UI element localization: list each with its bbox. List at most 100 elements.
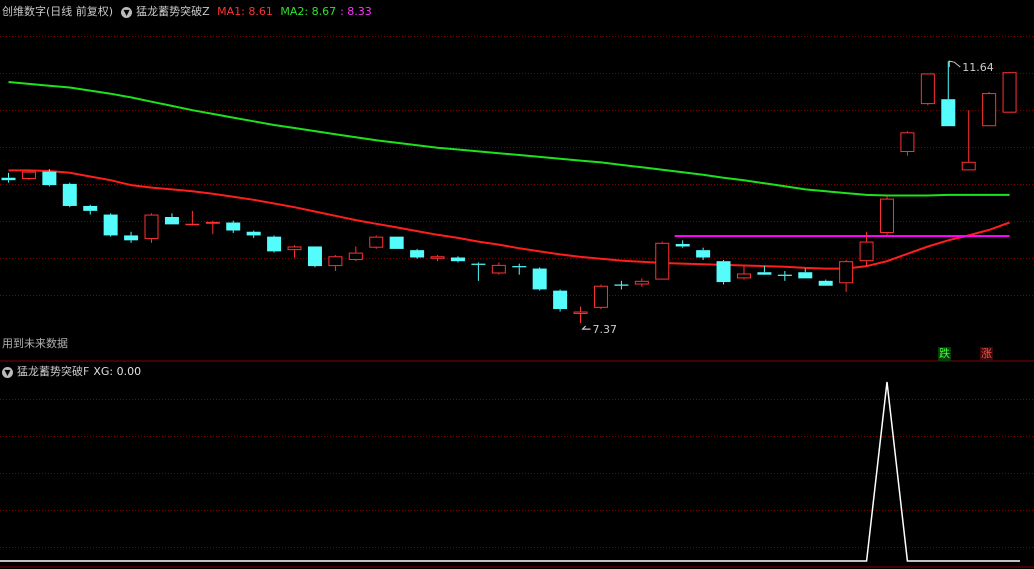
bottom-pane-header: ▼ 猛龙蓄势突破F XG: 0.00 bbox=[2, 364, 145, 380]
candle-body bbox=[205, 221, 220, 224]
candle-up bbox=[634, 278, 649, 287]
indicator-name[interactable]: 猛龙蓄势突破Z bbox=[136, 5, 210, 18]
candle-up bbox=[982, 91, 997, 127]
candle-body bbox=[573, 311, 588, 314]
candle-down bbox=[777, 271, 792, 281]
candle-body bbox=[614, 284, 629, 286]
chevron-down-icon[interactable]: ▼ bbox=[121, 6, 133, 18]
xg-series bbox=[0, 381, 1020, 562]
candle-up bbox=[491, 262, 506, 275]
candle-body bbox=[1002, 72, 1017, 113]
candle-body bbox=[879, 198, 894, 233]
candle-body bbox=[593, 285, 608, 308]
candle-down bbox=[83, 204, 98, 215]
max-price-label: 11.64 bbox=[962, 61, 994, 74]
period-label: (日线 前复权) bbox=[46, 5, 114, 18]
candle-up bbox=[287, 245, 302, 258]
candle-body bbox=[389, 236, 404, 249]
candle-up bbox=[920, 73, 935, 106]
candle-up bbox=[144, 213, 159, 243]
candle-up bbox=[839, 259, 854, 292]
lower-indicator-name[interactable]: 猛龙蓄势突破F bbox=[17, 365, 89, 378]
candle-body bbox=[144, 214, 159, 240]
candle-body bbox=[961, 161, 976, 171]
candle-body bbox=[103, 214, 118, 236]
top-pane-header: 创维数字(日线 前复权) ▼ 猛龙蓄势突破Z MA1: 8.61 MA2: 8.67… bbox=[2, 4, 376, 20]
candle-up bbox=[900, 131, 915, 156]
candle-body bbox=[655, 242, 670, 280]
candle-down bbox=[226, 220, 241, 233]
candle-down bbox=[553, 289, 568, 312]
candle-down bbox=[675, 240, 690, 248]
candle-down bbox=[757, 266, 772, 275]
candle-body bbox=[818, 280, 833, 286]
candle-body bbox=[675, 244, 690, 247]
candle-down bbox=[941, 61, 956, 127]
candle-down bbox=[471, 262, 486, 281]
candle-body bbox=[348, 252, 363, 260]
candle-down bbox=[614, 280, 629, 290]
candle-down bbox=[512, 263, 527, 275]
candle-body bbox=[920, 73, 935, 105]
candle-body bbox=[839, 261, 854, 284]
candle-body bbox=[450, 257, 465, 262]
candle-down bbox=[246, 230, 261, 238]
candle-down bbox=[410, 248, 425, 259]
up-badge: 涨 bbox=[980, 347, 993, 361]
candle-body bbox=[246, 231, 261, 236]
candle-up bbox=[736, 266, 751, 280]
candle-down bbox=[1, 172, 16, 183]
candle-body bbox=[532, 268, 547, 290]
candle-body bbox=[798, 272, 813, 279]
future-data-note: 用到未来数据 bbox=[2, 337, 68, 350]
ma1-line bbox=[8, 169, 1010, 270]
candle-body bbox=[410, 250, 425, 258]
candle-down bbox=[532, 267, 547, 291]
candle-up bbox=[961, 110, 976, 171]
candle-body bbox=[185, 223, 200, 226]
candle-down bbox=[42, 169, 57, 187]
candle-body bbox=[21, 171, 36, 179]
ma2-line bbox=[8, 81, 1010, 197]
candle-body bbox=[900, 132, 915, 152]
candle-body bbox=[512, 266, 527, 268]
candle-up bbox=[348, 246, 363, 262]
candle-up bbox=[879, 196, 894, 236]
candle-body bbox=[716, 261, 731, 283]
candle-body bbox=[267, 236, 282, 252]
candles bbox=[1, 61, 1017, 324]
candle-body bbox=[941, 99, 956, 127]
ma1-label: MA1: 8.61 bbox=[217, 5, 273, 18]
candle-up bbox=[573, 306, 588, 324]
stock-name: 创维数字 bbox=[2, 5, 46, 18]
down-badge: 跌 bbox=[938, 347, 951, 361]
candle-body bbox=[982, 93, 997, 127]
candle-body bbox=[328, 256, 343, 267]
candle-body bbox=[1, 177, 16, 181]
extra-value-label: : 8.33 bbox=[340, 5, 372, 18]
candle-up bbox=[205, 220, 220, 235]
candle-up bbox=[1002, 72, 1017, 113]
candle-down bbox=[307, 246, 322, 268]
candle-body bbox=[777, 274, 792, 276]
candle-down bbox=[818, 279, 833, 286]
candle-up bbox=[328, 255, 343, 272]
candle-down bbox=[798, 268, 813, 279]
candle-up bbox=[655, 241, 670, 280]
candle-down bbox=[450, 256, 465, 263]
candle-down bbox=[62, 182, 77, 208]
chart-canvas: 11.64 7.37 bbox=[0, 36, 1034, 568]
candle-body bbox=[471, 263, 486, 265]
candle-body bbox=[164, 217, 179, 225]
xg-label: XG: 0.00 bbox=[93, 365, 142, 378]
candle-body bbox=[736, 273, 751, 279]
candle-up bbox=[593, 284, 608, 310]
candle-body bbox=[757, 272, 772, 275]
candle-up bbox=[430, 255, 445, 262]
candle-down bbox=[164, 213, 179, 225]
chevron-down-icon[interactable]: ▼ bbox=[2, 366, 13, 378]
candle-body bbox=[491, 264, 506, 274]
candle-body bbox=[287, 246, 302, 251]
candle-body bbox=[553, 290, 568, 310]
candle-body bbox=[124, 235, 139, 241]
